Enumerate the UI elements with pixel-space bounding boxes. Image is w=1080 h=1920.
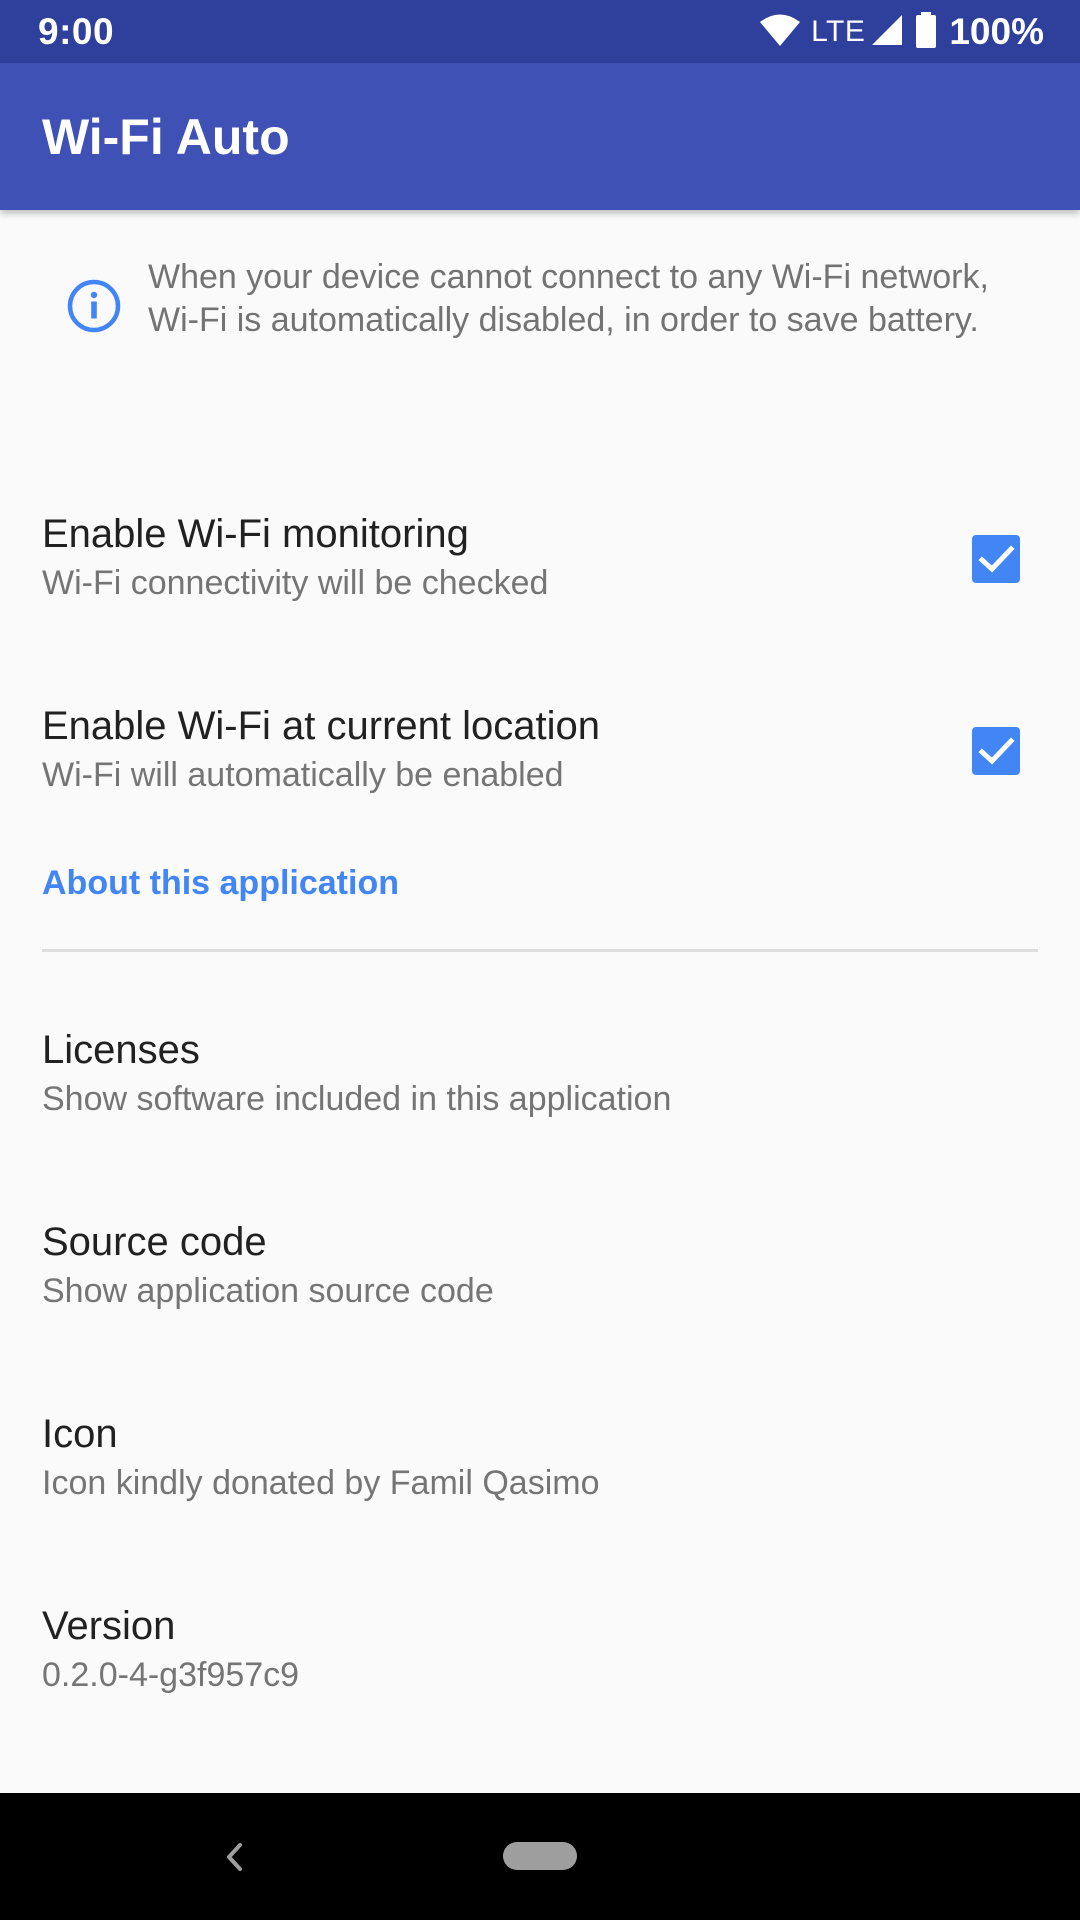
- wifi-icon: [759, 13, 801, 52]
- cell-signal-icon: [871, 14, 903, 51]
- pref-summary: Wi-Fi connectivity will be checked: [42, 564, 549, 602]
- pref-title: Version: [42, 1604, 176, 1648]
- battery-icon: [915, 11, 937, 53]
- pref-licenses[interactable]: Licenses Show software included in this …: [0, 956, 1080, 1148]
- info-icon: [66, 278, 122, 334]
- status-icons: LTE 100%: [759, 10, 1044, 54]
- pref-title: Icon: [42, 1412, 118, 1456]
- pref-source-code[interactable]: Source code Show application source code: [0, 1148, 1080, 1340]
- settings-screen: 9:00 LTE 100% Wi-Fi Auto When your devic…: [0, 0, 1080, 1920]
- app-title: Wi-Fi Auto: [42, 109, 290, 165]
- pref-summary: Show application source code: [42, 1272, 494, 1310]
- pref-version[interactable]: Version 0.2.0-4-g3f957c9: [0, 1532, 1080, 1724]
- back-icon[interactable]: [216, 1835, 252, 1879]
- pref-icon[interactable]: Icon Icon kindly donated by Famil Qasimo: [0, 1340, 1080, 1532]
- pref-summary: Show software included in this applicati…: [42, 1080, 672, 1118]
- info-text: When your device cannot connect to any W…: [148, 258, 989, 339]
- checkmark-icon: [978, 737, 1015, 765]
- home-pill-icon[interactable]: [503, 1842, 577, 1870]
- info-block: When your device cannot connect to any W…: [0, 210, 1080, 410]
- wifi-monitoring-checkbox[interactable]: [972, 535, 1020, 583]
- about-category-title: About this application: [42, 864, 399, 902]
- battery-percent: 100%: [949, 11, 1044, 52]
- checkmark-icon: [978, 545, 1015, 573]
- pref-summary: 0.2.0-4-g3f957c9: [42, 1656, 300, 1694]
- status-bar: 9:00 LTE 100%: [0, 0, 1080, 63]
- pref-title: Licenses: [42, 1028, 200, 1072]
- network-type: LTE: [811, 15, 866, 48]
- pref-title: Enable Wi-Fi monitoring: [42, 512, 469, 556]
- app-bar: Wi-Fi Auto: [0, 63, 1080, 210]
- pref-wifi-monitoring[interactable]: Enable Wi-Fi monitoring Wi-Fi connectivi…: [0, 440, 1080, 632]
- pref-title: Enable Wi-Fi at current location: [42, 704, 601, 748]
- pref-summary: Wi-Fi will automatically be enabled: [42, 756, 564, 794]
- wifi-location-checkbox[interactable]: [972, 727, 1020, 775]
- status-time: 9:00: [38, 11, 115, 52]
- pref-wifi-location[interactable]: Enable Wi-Fi at current location Wi-Fi w…: [0, 632, 1080, 824]
- navigation-bar: [0, 1793, 1080, 1920]
- pref-summary: Icon kindly donated by Famil Qasimo: [42, 1464, 600, 1502]
- pref-title: Source code: [42, 1220, 267, 1264]
- divider: [42, 949, 1038, 952]
